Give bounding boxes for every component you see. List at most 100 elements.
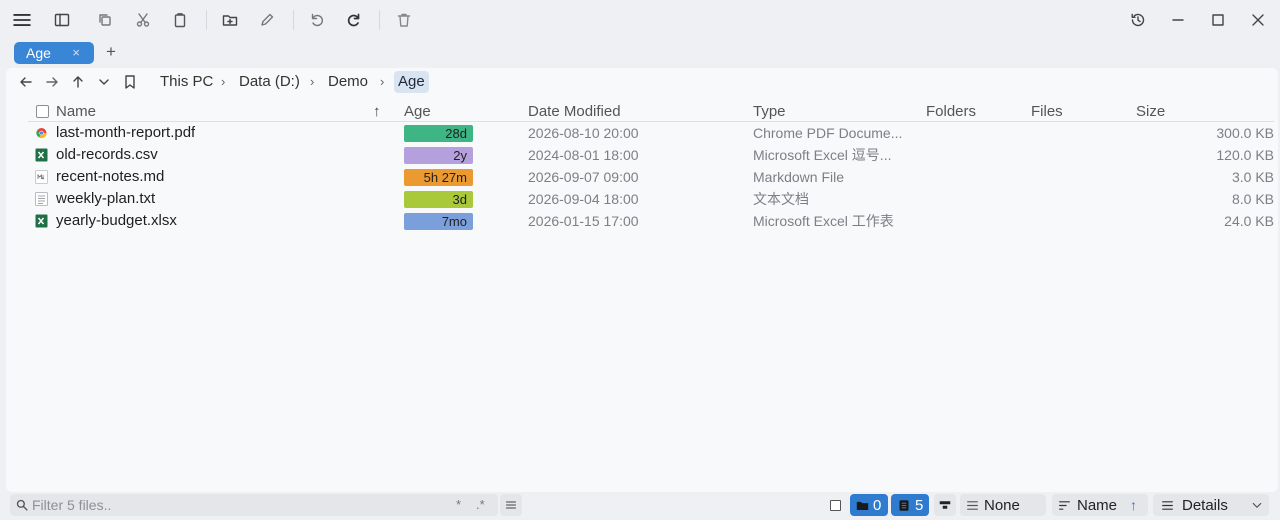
- file-name: last-month-report.pdf: [56, 124, 196, 141]
- table-row[interactable]: old-records.csv 2y 2024-08-01 18:00 Micr…: [28, 144, 1274, 166]
- breadcrumb-item[interactable]: This PC: [160, 71, 213, 93]
- breadcrumb-item[interactable]: Demo: [328, 71, 368, 93]
- minimize-icon[interactable]: [1168, 10, 1188, 30]
- new-tab-button[interactable]: +: [104, 43, 118, 60]
- history-icon[interactable]: [1128, 10, 1148, 30]
- file-date: 2026-09-07 09:00: [528, 169, 639, 185]
- table-row[interactable]: weekly-plan.txt 3d 2026-09-04 18:00 文本文档…: [28, 188, 1274, 210]
- regex-toggle[interactable]: .*: [476, 497, 485, 512]
- sort-by-select[interactable]: Name ↑: [1052, 494, 1148, 516]
- column-header-files[interactable]: Files: [1031, 102, 1063, 122]
- breadcrumb-current[interactable]: Age: [394, 71, 429, 93]
- column-header-folders[interactable]: Folders: [926, 102, 976, 122]
- folder-count: 0: [873, 496, 882, 514]
- select-all-checkbox[interactable]: [36, 105, 49, 118]
- close-icon[interactable]: [1248, 10, 1268, 30]
- age-badge: 28d: [404, 125, 473, 142]
- file-count: 5: [915, 496, 924, 514]
- file-name: weekly-plan.txt: [56, 190, 156, 207]
- menu-icon[interactable]: [12, 10, 32, 30]
- column-header-age[interactable]: Age: [404, 102, 431, 122]
- filter-input[interactable]: [32, 496, 432, 514]
- selection-checkbox[interactable]: [826, 494, 844, 516]
- list-icon: [505, 501, 517, 509]
- sort-direction-icon[interactable]: ↑: [1130, 497, 1137, 513]
- view-mode-select[interactable]: Details: [1153, 494, 1269, 516]
- file-type: Markdown File: [753, 169, 845, 185]
- age-badge: 7mo: [404, 213, 473, 230]
- group-toggle-button[interactable]: [934, 494, 956, 516]
- file-name: recent-notes.md: [56, 168, 165, 185]
- bookmark-icon[interactable]: [122, 74, 138, 90]
- up-icon[interactable]: [70, 74, 86, 90]
- file-size: 24.0 KB: [1224, 213, 1274, 229]
- wildcard-toggle[interactable]: *: [456, 497, 461, 512]
- sort-arrow-icon[interactable]: ↑: [373, 102, 381, 122]
- age-badge: 2y: [404, 147, 473, 164]
- group-icon: [939, 501, 951, 509]
- cut-icon[interactable]: [133, 10, 153, 30]
- breadcrumb-separator: ›: [310, 74, 315, 89]
- status-bar: * .* 0 5 None Name ↑ Details: [0, 492, 1280, 520]
- file-date: 2026-08-10 20:00: [528, 125, 639, 141]
- excel-icon: [35, 214, 48, 228]
- tab-bar: Age × +: [0, 40, 1280, 68]
- sort-lines-icon: [1059, 500, 1070, 510]
- redo-icon[interactable]: [344, 10, 364, 30]
- file-count-badge[interactable]: 5: [891, 494, 929, 516]
- chevron-down-icon: [1252, 502, 1262, 508]
- table-row[interactable]: yearly-budget.xlsx 7mo 2026-01-15 17:00 …: [28, 210, 1274, 232]
- undo-icon[interactable]: [307, 10, 327, 30]
- rename-icon[interactable]: [257, 10, 277, 30]
- toolbar-divider: [293, 10, 294, 30]
- file-panel: This PC › Data (D:) › Demo › Age Name ↑ …: [6, 68, 1278, 492]
- breadcrumb-item[interactable]: Data (D:): [239, 71, 300, 93]
- back-icon[interactable]: [18, 74, 34, 90]
- paste-icon[interactable]: [170, 10, 190, 30]
- file-type: Chrome PDF Docume...: [753, 125, 903, 141]
- sort-by-value: Name: [1077, 496, 1118, 514]
- view-mode-value: Details: [1182, 496, 1228, 514]
- age-badge: 3d: [404, 191, 473, 208]
- file-date: 2024-08-01 18:00: [528, 147, 639, 163]
- file-name: old-records.csv: [56, 146, 158, 163]
- file-type: Microsoft Excel 逗号...: [753, 147, 892, 163]
- folder-count-badge[interactable]: 0: [850, 494, 888, 516]
- column-header-date[interactable]: Date Modified: [528, 102, 621, 122]
- history-dropdown-icon[interactable]: [96, 74, 112, 90]
- text-file-icon: [35, 192, 48, 206]
- column-header-name[interactable]: Name: [56, 102, 96, 122]
- tab-label: Age: [26, 45, 51, 61]
- toolbar-divider: [379, 10, 380, 30]
- toolbar: [0, 0, 1280, 40]
- tab-age[interactable]: Age ×: [14, 42, 94, 64]
- breadcrumb-separator: ›: [221, 74, 226, 89]
- table-row[interactable]: recent-notes.md 5h 27m 2026-09-07 09:00 …: [28, 166, 1274, 188]
- excel-icon: [35, 148, 48, 162]
- forward-icon[interactable]: [44, 74, 60, 90]
- delete-icon[interactable]: [394, 10, 414, 30]
- filter-options-button[interactable]: [500, 494, 522, 516]
- toolbar-divider: [206, 10, 207, 30]
- table-row[interactable]: last-month-report.pdf 28d 2026-08-10 20:…: [28, 122, 1274, 144]
- sidebar-icon[interactable]: [52, 10, 72, 30]
- details-view-icon: [1162, 500, 1173, 510]
- pdf-icon: [36, 128, 47, 138]
- filter-box: * .*: [10, 494, 498, 516]
- folder-icon: [856, 501, 869, 510]
- file-size: 8.0 KB: [1231, 191, 1274, 207]
- column-header-size[interactable]: Size: [1136, 102, 1165, 122]
- group-by-select[interactable]: None: [960, 494, 1046, 516]
- new-folder-icon[interactable]: [220, 10, 240, 30]
- maximize-icon[interactable]: [1208, 10, 1228, 30]
- age-badge: 5h 27m: [404, 169, 473, 186]
- column-header-type[interactable]: Type: [753, 102, 786, 122]
- file-name: yearly-budget.xlsx: [56, 212, 177, 229]
- copy-icon[interactable]: [95, 10, 115, 30]
- breadcrumb-separator: ›: [380, 74, 385, 89]
- markdown-icon: [35, 170, 48, 184]
- tab-close-icon[interactable]: ×: [72, 45, 80, 60]
- file-date: 2026-09-04 18:00: [528, 191, 639, 207]
- search-icon: [16, 499, 28, 511]
- file-icon: [899, 499, 909, 511]
